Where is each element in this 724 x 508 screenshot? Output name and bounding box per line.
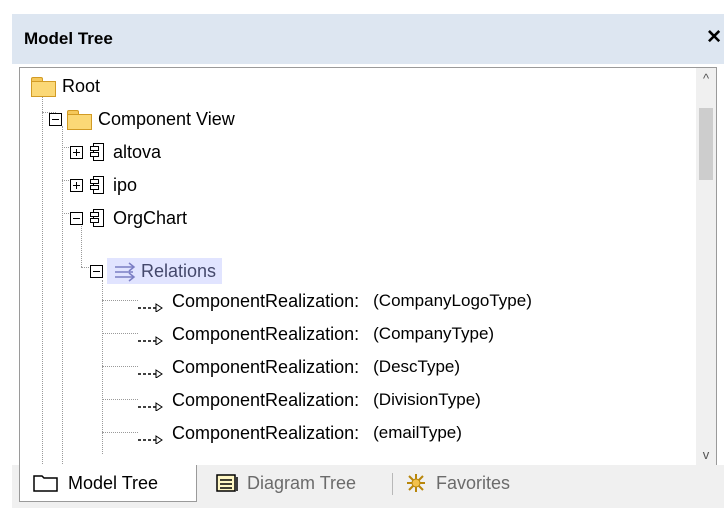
tab-model-tree[interactable]: Model Tree xyxy=(19,465,197,502)
tree-node-realization[interactable]: ComponentRealization: (CompanyLogoType) xyxy=(138,288,532,314)
relations-icon xyxy=(115,262,136,282)
realization-label: ComponentRealization: xyxy=(172,389,360,410)
tree-node-label: ipo xyxy=(113,174,138,195)
realization-type: (DivisionType) xyxy=(373,390,481,409)
diagram-tree-icon xyxy=(216,474,238,492)
realization-arrow-icon xyxy=(138,303,163,312)
realization-arrow-icon xyxy=(138,402,163,411)
scroll-up-icon[interactable]: ^ xyxy=(696,68,716,90)
bottom-tab-bar: Model Tree Diagram Tree Favorites xyxy=(12,465,724,508)
expand-icon[interactable] xyxy=(70,145,83,159)
component-icon xyxy=(89,141,107,163)
selected-node-highlight: Relations xyxy=(107,258,223,284)
scroll-down-icon[interactable]: v xyxy=(696,444,716,466)
tree-node-label: Relations xyxy=(141,260,217,281)
collapse-icon[interactable] xyxy=(90,264,103,278)
tree-node-label: Root xyxy=(62,75,101,96)
realization-label: ComponentRealization: xyxy=(172,323,360,344)
collapse-icon[interactable] xyxy=(49,112,62,126)
model-tree-panel: Model Tree ✕ Root Component View altova … xyxy=(12,14,724,508)
collapse-icon[interactable] xyxy=(70,211,83,225)
tab-favorites[interactable]: Favorites xyxy=(404,465,510,501)
realization-arrow-icon xyxy=(138,369,163,378)
close-icon[interactable]: ✕ xyxy=(706,26,722,49)
vertical-scrollbar[interactable]: ^ v xyxy=(696,68,716,466)
tree-node-altova[interactable]: altova xyxy=(70,139,161,165)
realization-arrow-icon xyxy=(138,435,163,444)
panel-title: Model Tree xyxy=(24,29,113,48)
tree-node-ipo[interactable]: ipo xyxy=(70,172,137,198)
tree-node-root[interactable]: Root xyxy=(30,73,100,99)
tree-node-label: Component View xyxy=(98,108,235,129)
realization-type: (emailType) xyxy=(373,423,462,442)
expand-icon[interactable] xyxy=(70,178,83,192)
favorites-star-icon xyxy=(407,474,425,492)
tree-node-realization[interactable]: ComponentRealization: (DescType) xyxy=(138,354,460,380)
scroll-thumb[interactable] xyxy=(699,108,713,180)
realization-label: ComponentRealization: xyxy=(172,356,360,377)
realization-type: (CompanyType) xyxy=(373,324,495,343)
tab-label: Favorites xyxy=(436,472,511,493)
folder-icon xyxy=(33,475,58,492)
tree-node-realization[interactable]: ComponentRealization: (DivisionType) xyxy=(138,387,481,413)
tree-node-component-view[interactable]: Component View xyxy=(49,106,235,132)
tab-label: Model Tree xyxy=(68,472,159,493)
tab-diagram-tree[interactable]: Diagram Tree xyxy=(215,465,356,501)
component-icon xyxy=(89,207,107,229)
tree-node-orgchart[interactable]: OrgChart xyxy=(70,205,187,231)
realization-arrow-icon xyxy=(138,336,163,345)
realization-label: ComponentRealization: xyxy=(172,422,360,443)
component-icon xyxy=(89,174,107,196)
title-bar: Model Tree ✕ xyxy=(12,14,724,64)
folder-icon xyxy=(66,108,92,130)
realization-label: ComponentRealization: xyxy=(172,290,360,311)
tree-node-relations[interactable]: Relations xyxy=(90,258,223,284)
realization-type: (CompanyLogoType) xyxy=(373,291,532,310)
tree-node-label: altova xyxy=(113,141,162,162)
tab-separator xyxy=(392,473,393,495)
folder-icon xyxy=(30,75,56,97)
tree-node-realization[interactable]: ComponentRealization: (CompanyType) xyxy=(138,321,494,347)
tab-label: Diagram Tree xyxy=(247,472,357,493)
tree-view[interactable]: Root Component View altova ipo OrgChart … xyxy=(19,67,717,467)
realization-type: (DescType) xyxy=(373,357,461,376)
tree-node-realization[interactable]: ComponentRealization: (emailType) xyxy=(138,420,462,446)
tree-node-label: OrgChart xyxy=(113,207,188,228)
